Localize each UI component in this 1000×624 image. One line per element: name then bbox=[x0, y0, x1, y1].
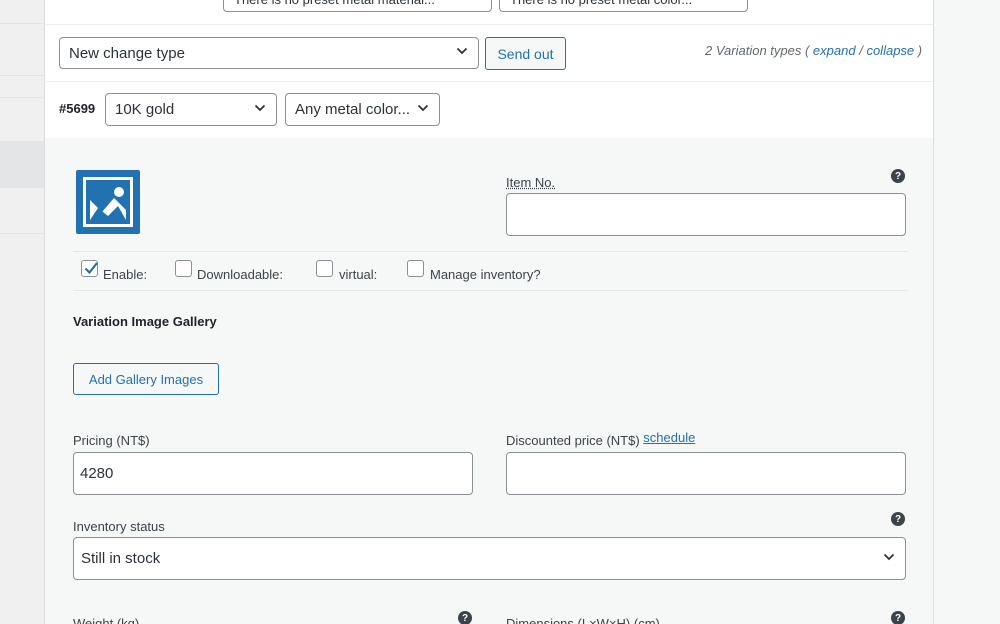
inventory-status-label: Inventory status bbox=[73, 519, 165, 534]
dimensions-label: Dimensions (L×W×H) (cm) bbox=[506, 616, 660, 624]
bulk-action-value: New change type bbox=[69, 44, 185, 62]
enable-checkbox[interactable] bbox=[81, 260, 98, 277]
enable-label: Enable: bbox=[103, 267, 148, 282]
help-icon[interactable]: ? bbox=[891, 611, 905, 624]
variation-count: 2 Variation types ( expand / collapse ) bbox=[705, 43, 923, 58]
sidebar-strip bbox=[0, 98, 44, 142]
image-placeholder-icon bbox=[76, 170, 140, 234]
virtual-label: virtual: bbox=[339, 267, 378, 282]
add-gallery-images-button[interactable]: Add Gallery Images bbox=[73, 363, 219, 395]
item-no-label: Item No. bbox=[506, 175, 556, 190]
divider bbox=[45, 81, 933, 82]
divider bbox=[73, 251, 908, 252]
variation-color-value: Any metal color... bbox=[295, 101, 411, 118]
variation-material-value: 10K gold bbox=[115, 101, 175, 118]
sidebar-strip bbox=[0, 24, 44, 76]
sidebar-strip bbox=[0, 0, 44, 24]
manage-inventory-label: Manage inventory? bbox=[430, 267, 541, 282]
discount-label: Discounted price (NT$) schedule bbox=[506, 430, 696, 448]
downloadable-label: Downloadable: bbox=[197, 267, 284, 282]
sidebar-strip bbox=[0, 76, 44, 98]
variation-id: #5699 bbox=[59, 101, 96, 116]
schedule-link[interactable]: schedule bbox=[643, 430, 695, 445]
sidebar-strip-active[interactable] bbox=[0, 142, 44, 188]
send-out-button[interactable]: Send out bbox=[485, 37, 566, 70]
item-no-input[interactable] bbox=[506, 193, 906, 236]
attribute-default-color-select[interactable]: There is no preset metal color... bbox=[499, 0, 748, 12]
collapse-link[interactable]: collapse bbox=[866, 43, 914, 58]
chevron-down-icon bbox=[883, 551, 895, 563]
pricing-label: Pricing (NT$) bbox=[73, 433, 150, 448]
downloadable-checkbox[interactable] bbox=[175, 260, 192, 277]
discounted-price-input[interactable] bbox=[506, 452, 906, 495]
divider bbox=[45, 24, 933, 25]
variations-panel: There is no preset metal material... The… bbox=[44, 0, 934, 624]
bulk-action-select[interactable]: New change type bbox=[59, 37, 479, 69]
gallery-title: Variation Image Gallery bbox=[73, 314, 217, 329]
variation-material-select[interactable]: 10K gold bbox=[105, 93, 277, 126]
sidebar-strip bbox=[0, 188, 44, 234]
chevron-down-icon bbox=[417, 102, 429, 114]
chevron-down-icon bbox=[254, 102, 266, 114]
manage-inventory-checkbox[interactable] bbox=[407, 260, 424, 277]
virtual-checkbox[interactable] bbox=[316, 260, 333, 277]
variation-image-upload[interactable] bbox=[76, 170, 140, 234]
chevron-down-icon bbox=[456, 45, 468, 57]
divider bbox=[73, 290, 908, 291]
admin-sidebar bbox=[0, 0, 44, 624]
help-icon[interactable]: ? bbox=[891, 512, 905, 526]
expand-link[interactable]: expand bbox=[813, 43, 856, 58]
pricing-input[interactable]: 4280 bbox=[73, 452, 473, 495]
weight-label: Weight (kg) bbox=[73, 616, 140, 624]
checkmark-icon bbox=[84, 262, 98, 275]
attribute-default-material-select[interactable]: There is no preset metal material... bbox=[223, 0, 492, 12]
right-gutter bbox=[934, 0, 1000, 624]
help-icon[interactable]: ? bbox=[891, 169, 905, 183]
variation-color-select[interactable]: Any metal color... bbox=[285, 93, 440, 126]
inventory-status-select[interactable]: Still in stock bbox=[73, 537, 906, 580]
inventory-status-value: Still in stock bbox=[81, 550, 161, 567]
help-icon[interactable]: ? bbox=[458, 611, 472, 624]
